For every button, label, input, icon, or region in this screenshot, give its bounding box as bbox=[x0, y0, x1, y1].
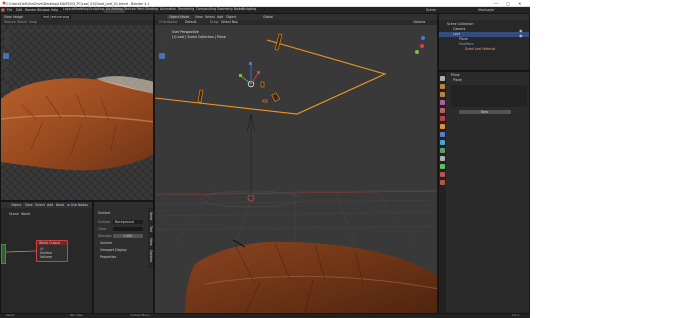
status-bar: Select Pan View Context Menu 4.1.0 bbox=[0, 314, 530, 318]
data-tab-icon[interactable] bbox=[439, 164, 445, 169]
status-version: 4.1.0 bbox=[512, 313, 520, 318]
x-axis-line bbox=[155, 190, 437, 196]
image-selector[interactable]: leaf_texture.png bbox=[41, 15, 71, 19]
status-pan-view: Pan View bbox=[70, 313, 83, 318]
outliner[interactable]: Scene Collection Camera Leaf Plane Modif… bbox=[438, 13, 530, 71]
leaf-texture-image bbox=[1, 76, 153, 171]
pan-icon[interactable] bbox=[432, 72, 437, 77]
navigation-gizmo bbox=[415, 36, 425, 54]
image-name: leaf_texture.png bbox=[43, 14, 70, 19]
blender-window: C:\Users\Dell\OneDrive\Desktop\LEAVES\03… bbox=[0, 0, 530, 318]
menu-render[interactable]: Render bbox=[25, 8, 36, 12]
output-tab-icon[interactable] bbox=[439, 92, 445, 97]
uv-select-tool-icon[interactable] bbox=[3, 40, 9, 46]
object-tab-icon[interactable] bbox=[439, 124, 445, 129]
properties-editor[interactable]: Plane Plane New bbox=[438, 71, 530, 314]
outliner-item-modifiers[interactable]: Modifiers bbox=[459, 42, 474, 46]
node-editor[interactable]: Object View Select Add Node Use Nodes Sc… bbox=[0, 201, 93, 314]
tool-tab-icon[interactable] bbox=[439, 76, 445, 81]
sidebar-tabs: Node Tool View Options bbox=[148, 208, 153, 268]
3d-viewport[interactable]: Object Mode View Select Add Object Globa… bbox=[154, 13, 438, 314]
leaf-fragment bbox=[260, 81, 265, 88]
zoom-icon[interactable] bbox=[432, 64, 437, 69]
material-tab-icon[interactable] bbox=[439, 172, 445, 177]
visibility-eye-icon[interactable]: ◉ bbox=[519, 33, 523, 38]
color-row-label: Color bbox=[98, 227, 107, 231]
scene-selector[interactable]: Scene bbox=[426, 8, 436, 12]
surface-shader-field[interactable]: Background bbox=[113, 220, 143, 224]
uv-row-select[interactable]: Select bbox=[17, 20, 27, 24]
scene-tab-icon[interactable] bbox=[439, 108, 445, 113]
uv-menu-image[interactable]: Image bbox=[13, 15, 23, 19]
leaf-fragment bbox=[197, 89, 204, 103]
menu-window[interactable]: Window bbox=[37, 8, 50, 12]
menu-file[interactable]: File bbox=[7, 8, 12, 12]
tab-scripting[interactable]: Scripting bbox=[240, 7, 258, 13]
close-button[interactable]: ✕ bbox=[518, 1, 521, 6]
status-context-menu: Context Menu bbox=[130, 313, 150, 318]
title-bar: C:\Users\Dell\OneDrive\Desktop\LEAVES\03… bbox=[0, 0, 530, 7]
outliner-item-material[interactable]: Dried Leaf Material bbox=[465, 47, 495, 51]
uv-rotate-tool-icon[interactable] bbox=[3, 61, 9, 67]
camera-view-icon[interactable] bbox=[432, 80, 437, 85]
render-tab-icon[interactable] bbox=[439, 84, 445, 89]
window-title: C:\Users\Dell\OneDrive\Desktop\LEAVES\03… bbox=[6, 2, 150, 6]
new-button-label: New bbox=[481, 109, 488, 114]
modifier-tab-icon[interactable] bbox=[439, 132, 445, 137]
material-slots-list[interactable] bbox=[451, 85, 527, 107]
uv-editor[interactable]: View Image leaf_texture.png Texture Sele… bbox=[0, 13, 154, 201]
constraints-tab-icon[interactable] bbox=[439, 156, 445, 161]
leaf-fragment bbox=[271, 92, 281, 102]
status-select: Select bbox=[6, 313, 15, 318]
leaf-fragment bbox=[262, 99, 268, 103]
perspective-toggle-icon[interactable] bbox=[432, 88, 437, 93]
tab-options[interactable]: Options bbox=[149, 250, 153, 262]
minimize-button[interactable]: — bbox=[494, 1, 498, 6]
viewport-display-section[interactable]: Viewport Display bbox=[100, 248, 127, 252]
menu-edit[interactable]: Edit bbox=[16, 8, 22, 12]
tab-node[interactable]: Node bbox=[149, 212, 153, 220]
color-field[interactable] bbox=[113, 227, 143, 231]
particles-tab-icon[interactable] bbox=[439, 140, 445, 145]
properties-panel-label: Plane bbox=[453, 78, 462, 82]
uv-menu-view[interactable]: View bbox=[4, 15, 12, 19]
strength-field[interactable]: 1.000 bbox=[113, 234, 143, 238]
uv-row-snap[interactable]: Snap bbox=[29, 20, 37, 24]
selected-plane-outline bbox=[155, 39, 387, 115]
properties-section[interactable]: Properties bbox=[100, 255, 116, 259]
outliner-item-plane[interactable]: Plane bbox=[459, 37, 468, 41]
tab-tool[interactable]: Tool bbox=[149, 226, 153, 232]
view-layer-tab-icon[interactable] bbox=[439, 100, 445, 105]
uv-move-tool-icon[interactable] bbox=[3, 53, 9, 59]
surface-row-label: Surface bbox=[98, 220, 111, 224]
maximize-button[interactable]: ▢ bbox=[506, 1, 510, 6]
menu-help[interactable]: Help bbox=[51, 8, 58, 12]
new-material-button[interactable]: New bbox=[459, 110, 511, 114]
node-links bbox=[5, 250, 37, 253]
volume-section[interactable]: Volume bbox=[100, 241, 112, 245]
surface-shader-value: Background bbox=[115, 219, 135, 224]
world-tab-icon[interactable] bbox=[439, 116, 445, 121]
texture-tab-icon[interactable] bbox=[439, 180, 445, 185]
uv-row-texture[interactable]: Texture bbox=[4, 20, 16, 24]
physics-tab-icon[interactable] bbox=[439, 148, 445, 153]
tab-view[interactable]: View bbox=[149, 238, 153, 246]
surface-section[interactable]: Surface bbox=[98, 211, 110, 215]
viewport-scene bbox=[155, 33, 437, 313]
blender-logo-icon bbox=[1, 1, 6, 5]
outliner-header bbox=[439, 14, 529, 20]
properties-tab-column bbox=[439, 72, 446, 313]
outliner-item-camera[interactable]: Camera bbox=[453, 27, 466, 31]
strength-value: 1.000 bbox=[123, 233, 133, 238]
view-layer-selector[interactable]: ViewLayer bbox=[478, 8, 494, 12]
properties-object-name: Plane bbox=[451, 73, 460, 77]
blender-menu-icon[interactable] bbox=[1, 8, 5, 12]
leaf-mesh bbox=[185, 241, 437, 313]
node-sidebar: Surface Surface Background Color Strengt… bbox=[93, 201, 154, 314]
outliner-item-leaf[interactable]: Leaf bbox=[453, 32, 460, 36]
outliner-scene-collection[interactable]: Scene Collection bbox=[447, 22, 474, 26]
strength-row-label: Strength bbox=[98, 234, 112, 238]
uv-cursor-tool-icon[interactable] bbox=[3, 32, 9, 38]
